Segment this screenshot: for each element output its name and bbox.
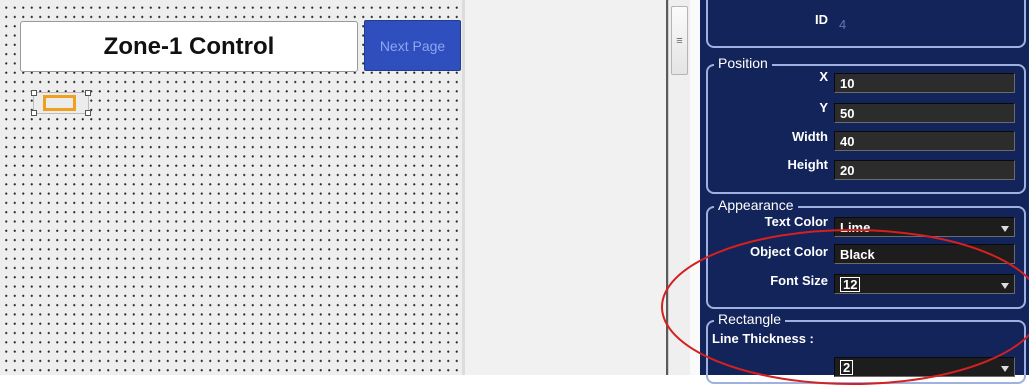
rectangle-left-edge <box>43 98 46 108</box>
id-field: 4 <box>839 17 847 32</box>
line-thickness-value: 2 <box>840 360 854 375</box>
width-label: Width <box>792 129 828 144</box>
x-input[interactable]: 10 <box>834 73 1015 93</box>
height-input[interactable]: 20 <box>834 160 1015 180</box>
dropdown-arrow-icon <box>1001 226 1009 232</box>
next-page-button[interactable]: Next Page <box>364 20 461 71</box>
line-thickness-select[interactable]: 2 <box>834 357 1015 377</box>
grip-icon: ≡ <box>676 34 683 47</box>
dropdown-arrow-icon <box>1001 283 1009 289</box>
object-color-value: Black <box>840 247 875 262</box>
text-color-label: Text Color <box>764 214 828 229</box>
resize-handle-top-right[interactable] <box>85 90 91 96</box>
dropdown-arrow-icon <box>1001 366 1009 372</box>
design-canvas[interactable]: Zone-1 Control Next Page <box>0 0 462 375</box>
text-color-value: Lime <box>840 220 871 235</box>
font-size-value: 12 <box>840 277 861 292</box>
zone-title-label[interactable]: Zone-1 Control <box>20 21 358 72</box>
panel-gutter <box>690 0 700 375</box>
scrollbar-thumb[interactable]: ≡ <box>671 6 688 75</box>
appearance-legend: Appearance <box>714 197 798 213</box>
font-size-select[interactable]: 12 <box>834 274 1015 294</box>
resize-handle-top-left[interactable] <box>31 90 37 96</box>
rectangle-right-edge <box>73 98 76 108</box>
text-color-select[interactable]: Lime <box>834 217 1015 237</box>
font-size-label: Font Size <box>770 273 828 288</box>
y-input[interactable]: 50 <box>834 103 1015 123</box>
object-color-select[interactable]: Black <box>834 244 1015 264</box>
resize-handle-bottom-left[interactable] <box>31 110 37 116</box>
line-thickness-label: Line Thickness : <box>712 331 814 346</box>
resize-handle-bottom-right[interactable] <box>85 110 91 116</box>
height-label: Height <box>787 157 828 172</box>
rectangle-bottom-edge <box>43 108 76 111</box>
rectangle-top-edge <box>43 95 76 98</box>
y-label: Y <box>819 100 828 115</box>
x-label: X <box>819 69 828 84</box>
object-color-label: Object Color <box>749 244 828 259</box>
width-input[interactable]: 40 <box>834 131 1015 151</box>
workspace-area <box>465 0 666 375</box>
rectangle-legend: Rectangle <box>714 311 786 327</box>
selected-rectangle-object[interactable] <box>31 90 91 116</box>
position-legend: Position <box>714 55 772 71</box>
id-label: ID <box>815 12 828 27</box>
